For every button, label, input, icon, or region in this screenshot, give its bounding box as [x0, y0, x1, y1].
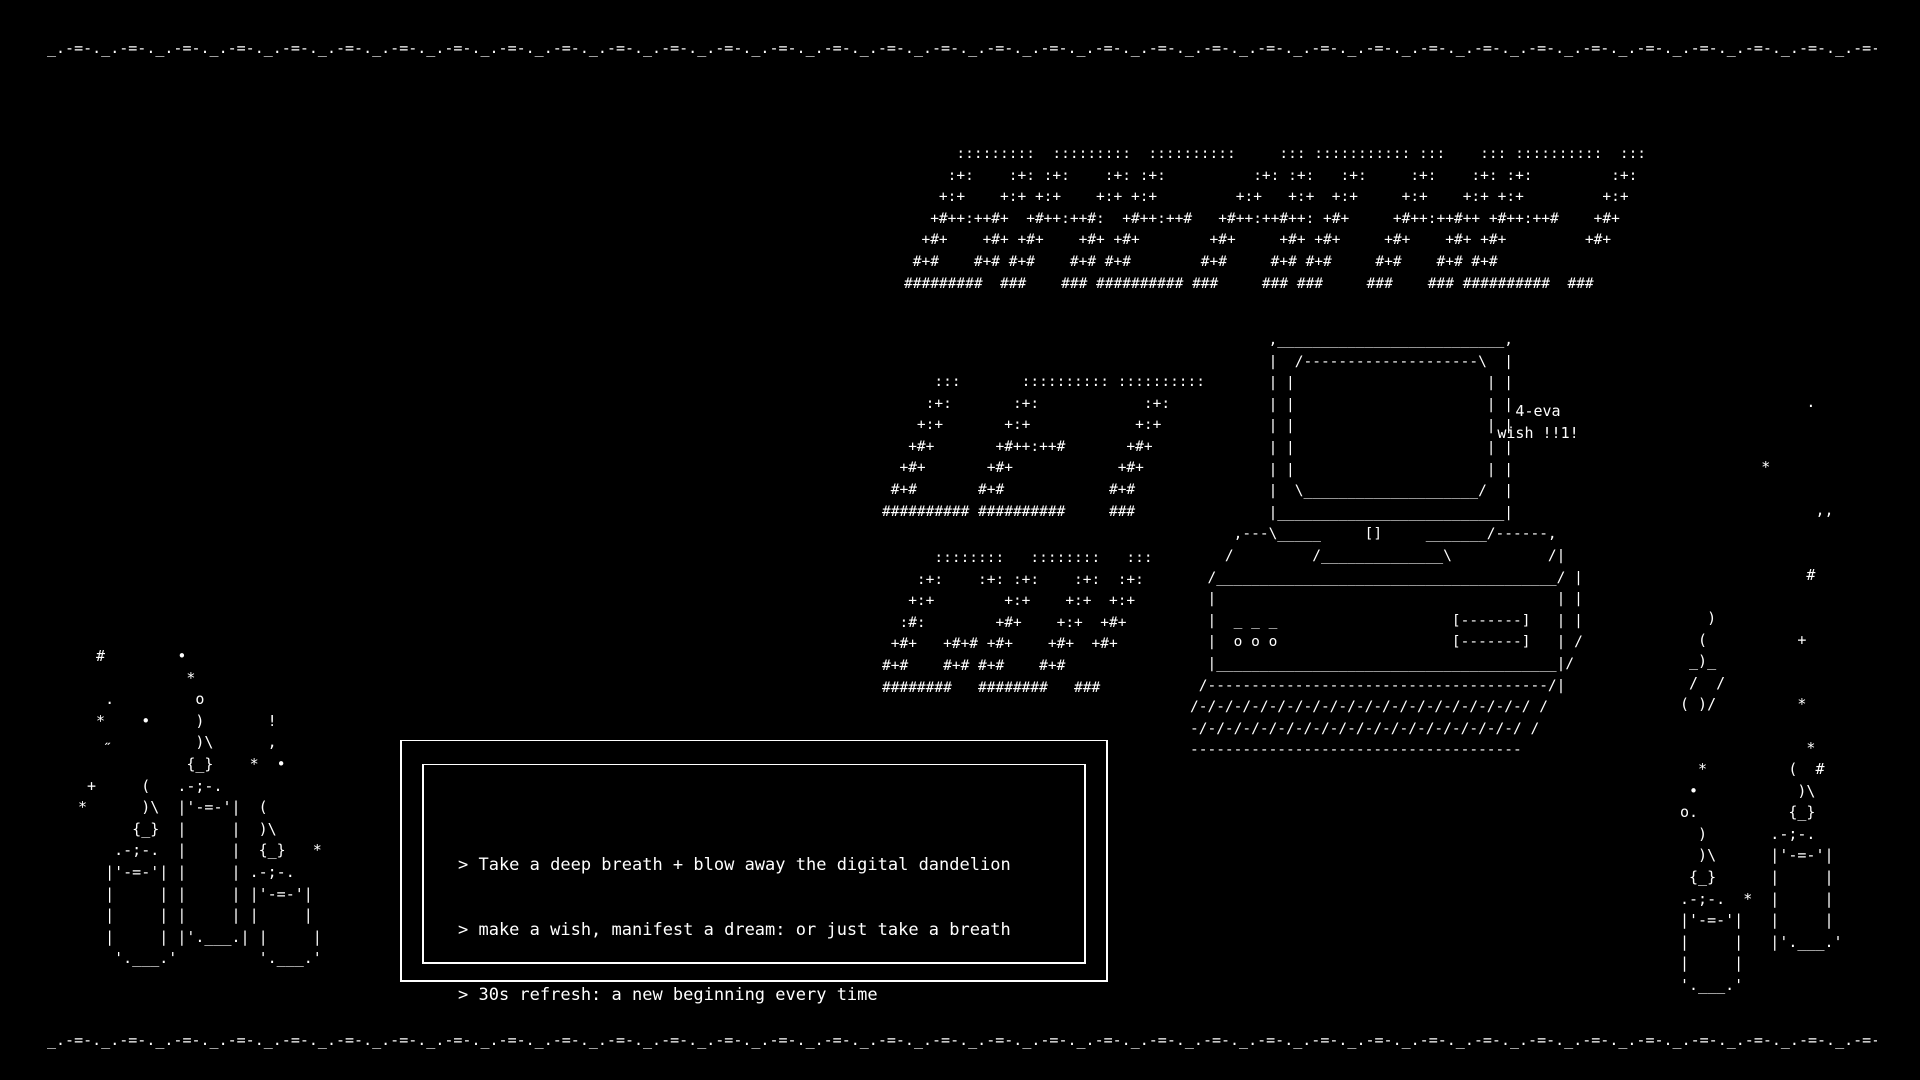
banner-ascii-title: ::::::::: ::::::::: :::::::::: ::: :::::… [904, 146, 1647, 292]
message-line-2: > make a wish, manifest a dream: or just… [458, 919, 1011, 940]
message-line-3: > 30s refresh: a new beginning every tim… [458, 984, 878, 1005]
top-border: _.-=-._.-=-._.-=-._.-=-._.-=-._.-=-._.-=… [47, 39, 1877, 57]
right-jar-ascii: . * ,, # ) ( + _)_ / / ( )/ * * * ( # • … [1680, 393, 1843, 995]
message-lines: > Take a deep breath + blow away the dig… [458, 812, 1011, 1050]
message-box: > Take a deep breath + blow away the dig… [400, 740, 1108, 1005]
left-jars-ascii: # • * . o * • ) ! ˶ )\ , {_} * • + ( .-;… [78, 647, 322, 968]
ai-ascii-word: ::: :::::::::: :::::::::: :+: :+: :+: +:… [882, 374, 1206, 520]
screen-line-1: 4-eva [1515, 402, 1561, 420]
computer-ascii-art: ,__________________________, | /--------… [1190, 332, 1583, 759]
retro-computer: ,__________________________, | /--------… [1190, 330, 1750, 770]
message-line-1: > Take a deep breath + blow away the dig… [458, 855, 1011, 876]
gsi-ascii-word: :::::::: :::::::: ::: :+: :+: :+: :+: :+… [882, 550, 1153, 696]
screen-line-2: wish !!1! [1497, 424, 1579, 442]
